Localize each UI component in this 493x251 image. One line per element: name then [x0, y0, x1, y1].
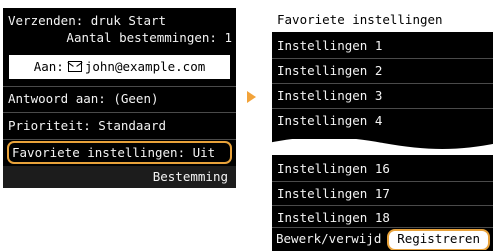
reply-to-setting[interactable]: Antwoord aan: (Geen)	[3, 88, 236, 110]
settings-item-17[interactable]: Instellingen 17	[272, 183, 493, 205]
settings-item-1[interactable]: Instellingen 1	[272, 35, 493, 57]
to-field[interactable]: Aan: john@example.com	[9, 55, 230, 79]
destination-count: Aantal bestemmingen: 1	[66, 30, 232, 45]
list-break-wave	[268, 139, 493, 155]
divider	[272, 58, 493, 59]
divider	[272, 108, 493, 109]
screen-title: Favoriete instellingen	[272, 8, 493, 32]
settings-item-3[interactable]: Instellingen 3	[272, 85, 493, 107]
envelope-icon	[67, 61, 82, 72]
favorite-settings-screen: Favoriete instellingen Instellingen 1 In…	[268, 8, 493, 251]
settings-item-16[interactable]: Instellingen 16	[272, 158, 493, 180]
arrow-right-icon	[247, 91, 256, 103]
register-button[interactable]: Registreren	[387, 229, 490, 250]
settings-item-18[interactable]: Instellingen 18	[272, 207, 493, 229]
destination-button[interactable]: Bestemming	[3, 166, 236, 188]
to-label: Aan:	[33, 59, 64, 74]
settings-item-4[interactable]: Instellingen 4	[272, 110, 493, 132]
divider	[3, 112, 236, 113]
settings-item-2[interactable]: Instellingen 2	[272, 60, 493, 82]
to-address: john@example.com	[84, 59, 206, 74]
edit-delete-button[interactable]: Bewerk/verwijd	[276, 231, 381, 246]
favorite-settings-item[interactable]: Favoriete instellingen: Uit	[7, 141, 232, 164]
divider	[272, 205, 493, 206]
send-settings-screen: Verzenden: druk Start Aantal bestemminge…	[3, 8, 236, 188]
divider	[272, 181, 493, 182]
divider	[3, 139, 236, 140]
bottom-bar: Bewerk/verwijd Registreren	[272, 228, 493, 250]
divider	[3, 86, 236, 87]
priority-setting[interactable]: Prioriteit: Standaard	[3, 115, 236, 137]
divider	[272, 83, 493, 84]
